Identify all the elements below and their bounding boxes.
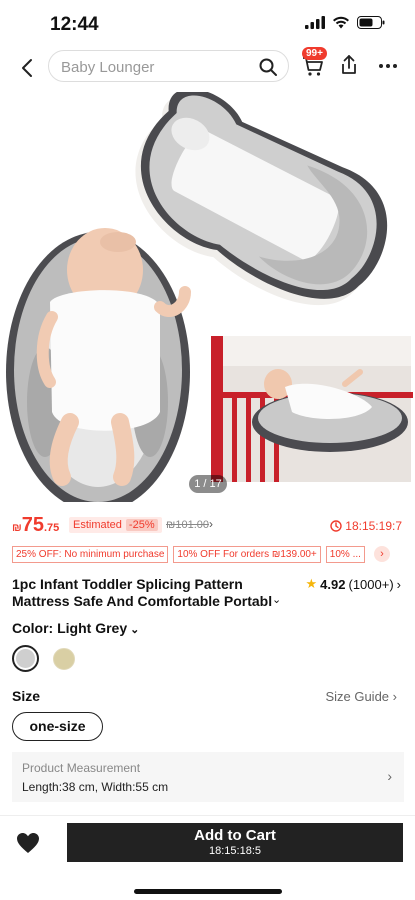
- more-icon: [379, 64, 397, 68]
- home-indicator: [134, 889, 282, 894]
- chevron-down-icon[interactable]: ⌄: [272, 593, 281, 606]
- discount-badge: -25%: [125, 519, 158, 531]
- signal-icon: [305, 16, 325, 29]
- timer-value: 18:15:19:7: [345, 519, 402, 533]
- product-measurement-card[interactable]: Product Measurement Length:38 cm, Width:…: [12, 752, 404, 802]
- color-label-text: Color: Light Grey: [12, 620, 128, 636]
- search-icon[interactable]: [258, 57, 278, 77]
- width-value: 55 cm: [135, 780, 169, 794]
- battery-icon: [357, 16, 385, 29]
- size-label: Size: [12, 688, 41, 704]
- share-icon: [342, 55, 356, 74]
- add-to-cart-timer: 18:15:18:5: [209, 845, 261, 857]
- back-arrow-icon: [22, 59, 32, 77]
- price-currency: ₪: [12, 522, 22, 534]
- price-integer: 75: [21, 514, 44, 536]
- heart-icon: [17, 833, 39, 853]
- flash-sale-timer: 18:15:19:7: [330, 519, 402, 533]
- size-guide-link[interactable]: Size Guide ›: [325, 689, 397, 704]
- size-guide-text: Size Guide: [325, 689, 390, 704]
- add-to-cart-label: Add to Cart: [194, 827, 276, 844]
- chevron-right-icon: ›: [396, 576, 401, 592]
- search-input[interactable]: Baby Lounger: [61, 59, 154, 76]
- gallery-page-counter: 1 / 17: [189, 475, 227, 493]
- coupon-item[interactable]: 25% OFF: No minimum purchase: [12, 546, 169, 563]
- wishlist-button[interactable]: [16, 832, 40, 859]
- review-count: (1000+): [348, 576, 394, 592]
- status-icons: [305, 16, 385, 29]
- price-decimal: .75: [43, 522, 60, 534]
- measurement-values: Length:38 cm, Width:55 cm: [22, 780, 169, 794]
- length-value: 38 cm: [62, 780, 95, 794]
- width-label: Width:: [101, 780, 136, 794]
- price-row: ₪ 75 .75 Estimated -25% ₪101.00 › 18:15:…: [12, 514, 404, 540]
- color-swatch-beige[interactable]: [53, 648, 75, 670]
- sale-price: ₪ 75 .75: [12, 514, 59, 537]
- clock-icon: [330, 520, 342, 532]
- color-selector-label[interactable]: Color: Light Grey ⌄: [12, 620, 139, 636]
- size-option-one-size[interactable]: one-size: [12, 712, 103, 741]
- share-button[interactable]: [338, 53, 360, 82]
- estimated-label: Estimated: [73, 519, 122, 531]
- star-icon: ★: [305, 576, 318, 591]
- status-time: 12:44: [50, 14, 99, 35]
- measurement-title: Product Measurement: [22, 761, 141, 775]
- chevron-right-icon: ›: [387, 768, 392, 784]
- rating-summary[interactable]: ★ 4.92 (1000+) ›: [306, 576, 401, 592]
- status-bar: 12:44: [0, 0, 415, 48]
- product-title[interactable]: 1pc Infant Toddler Splicing Pattern Matt…: [12, 576, 290, 610]
- original-price: ₪101.00: [166, 519, 209, 531]
- cart-badge: 99+: [302, 47, 327, 60]
- coupon-more-icon[interactable]: ›: [373, 546, 390, 562]
- coupon-item[interactable]: 10% OFF For orders ₪139.00+: [173, 546, 321, 563]
- product-image: [6, 92, 413, 502]
- chevron-right-icon: ›: [392, 689, 397, 704]
- top-nav: Baby Lounger 99+: [0, 47, 415, 88]
- chevron-down-icon: ⌄: [130, 624, 140, 636]
- product-image-gallery[interactable]: [0, 92, 415, 502]
- estimated-badge[interactable]: Estimated -25%: [69, 517, 162, 533]
- search-bar[interactable]: Baby Lounger: [48, 50, 289, 82]
- add-to-cart-button[interactable]: Add to Cart 18:15:18:5: [67, 823, 403, 862]
- bottom-action-bar: Add to Cart 18:15:18:5: [0, 815, 415, 900]
- coupon-strip: 25% OFF: No minimum purchase 10% OFF For…: [12, 546, 404, 564]
- length-label: Length:: [22, 780, 63, 794]
- more-button[interactable]: [377, 53, 399, 82]
- chevron-right-icon[interactable]: ›: [209, 517, 213, 531]
- color-swatch-light-grey[interactable]: [12, 645, 39, 672]
- rating-score: 4.92: [320, 576, 346, 592]
- back-button[interactable]: [14, 54, 42, 82]
- wifi-icon: [333, 16, 349, 29]
- coupon-item[interactable]: 10% ...: [325, 546, 365, 563]
